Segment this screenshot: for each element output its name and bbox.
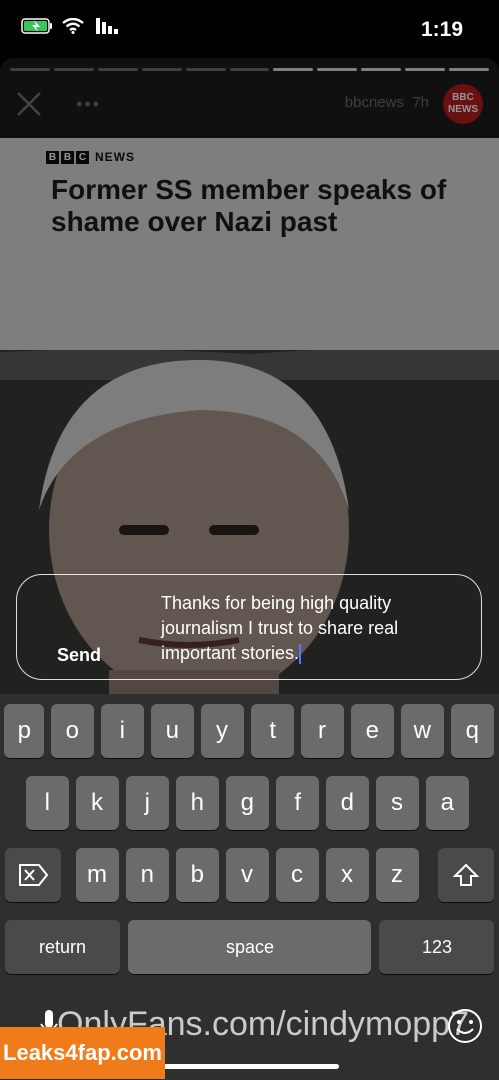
key-j[interactable]: j [126, 776, 169, 830]
backspace-key[interactable] [5, 848, 61, 902]
key-f[interactable]: f [276, 776, 319, 830]
key-v[interactable]: v [226, 848, 269, 902]
reply-text-wrap[interactable]: Thanks for being high quality journalism… [161, 591, 451, 666]
status-time: 1:19 [420, 18, 463, 41]
key-m[interactable]: m [76, 848, 119, 902]
key-r[interactable]: r [301, 704, 344, 758]
key-k[interactable]: k [76, 776, 119, 830]
text-caret [299, 644, 302, 665]
key-x[interactable]: x [326, 848, 369, 902]
battery-charging-icon [21, 18, 52, 34]
key-z[interactable]: z [376, 848, 419, 902]
mirrored-screen: 1:19 B B C NEWS Former SS member speaks … [0, 0, 499, 1080]
key-n[interactable]: n [126, 848, 169, 902]
wifi-icon [62, 18, 84, 34]
reply-field[interactable]: Thanks for being high quality journalism… [16, 574, 482, 680]
key-i[interactable]: i [101, 704, 144, 758]
key-o[interactable]: o [51, 704, 94, 758]
send-button[interactable]: Send [57, 645, 101, 666]
key-d[interactable]: d [326, 776, 369, 830]
keyboard-row-2: a s d f g h j k l [0, 776, 499, 830]
shift-key[interactable] [438, 848, 494, 902]
backspace-icon [19, 864, 48, 886]
key-s[interactable]: s [376, 776, 419, 830]
key-u[interactable]: u [151, 704, 194, 758]
key-h[interactable]: h [176, 776, 219, 830]
keyboard-row-4: 123 space return [0, 920, 499, 974]
key-a[interactable]: a [426, 776, 469, 830]
key-c[interactable]: c [276, 848, 319, 902]
key-l[interactable]: l [26, 776, 69, 830]
keyboard-row-3: z x c v b n m [0, 848, 499, 902]
reply-text: Thanks for being high quality journalism… [161, 593, 399, 663]
home-indicator[interactable] [159, 1064, 339, 1069]
site-badge: Leaks4fap.com [0, 1027, 165, 1079]
space-key[interactable]: space [128, 920, 371, 974]
key-g[interactable]: g [226, 776, 269, 830]
status-icons [20, 18, 118, 34]
key-b[interactable]: b [176, 848, 219, 902]
key-q[interactable]: q [451, 704, 494, 758]
key-e[interactable]: e [351, 704, 394, 758]
key-w[interactable]: w [401, 704, 444, 758]
shift-icon [453, 863, 479, 886]
return-key[interactable]: return [5, 920, 120, 974]
keyboard-row-1: q w e r t y u i o p [0, 704, 499, 758]
key-p[interactable]: p [4, 704, 44, 758]
key-y[interactable]: y [201, 704, 244, 758]
status-bar: 1:19 [0, 0, 499, 60]
key-t[interactable]: t [251, 704, 294, 758]
signal-icon [96, 18, 118, 34]
numbers-key[interactable]: 123 [379, 920, 494, 974]
